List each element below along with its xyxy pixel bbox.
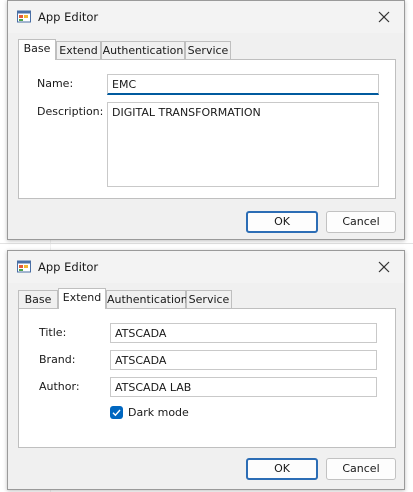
ok-button[interactable]: OK [246,211,318,233]
background-divider [0,243,413,244]
tab-service[interactable]: Service [185,41,231,59]
name-field[interactable]: EMC [107,74,379,95]
app-window-icon [17,260,31,273]
tab-authentication[interactable]: Authentication [106,290,188,308]
tab-authentication[interactable]: Authentication [101,41,185,59]
title-label: Title: [39,326,67,339]
author-field[interactable]: ATSCADA LAB [110,377,377,397]
tab-extend[interactable]: Extend [56,41,101,59]
dark-mode-label[interactable]: Dark mode [128,406,189,419]
close-icon[interactable] [374,7,394,27]
app-window-icon [17,10,31,23]
window-title: App Editor [38,260,99,274]
title-field[interactable]: ATSCADA [110,323,377,343]
app-editor-dialog-base: App Editor Base Extend Authentication Se… [7,0,405,240]
tab-base[interactable]: Base [18,290,58,308]
tab-strip: Base Extend Authentication Service [18,39,238,60]
tab-service[interactable]: Service [186,290,232,308]
checkmark-icon [112,409,121,417]
tab-strip: Base Extend Authentication Service [18,288,238,309]
tab-panel-base: Name: EMC Description: DIGITAL TRANSFORM… [18,59,396,199]
ok-button[interactable]: OK [246,458,318,480]
app-editor-dialog-extend: App Editor Base Extend Authentication Se… [7,250,405,490]
brand-field[interactable]: ATSCADA [110,350,377,370]
tab-panel-extend: Title: ATSCADA Brand: ATSCADA Author: AT… [18,308,396,448]
name-label: Name: [37,77,74,90]
tab-base[interactable]: Base [18,39,56,60]
author-label: Author: [39,380,80,393]
description-field[interactable]: DIGITAL TRANSFORMATION [107,102,379,187]
title-bar: App Editor [8,251,404,283]
description-label: Description: [37,105,104,118]
cancel-button[interactable]: Cancel [326,211,396,233]
window-title: App Editor [38,10,99,24]
brand-label: Brand: [39,353,76,366]
cancel-button[interactable]: Cancel [326,458,396,480]
close-icon[interactable] [374,257,394,277]
tab-extend[interactable]: Extend [58,288,106,309]
dark-mode-checkbox[interactable] [110,406,123,419]
title-bar: App Editor [8,1,404,33]
